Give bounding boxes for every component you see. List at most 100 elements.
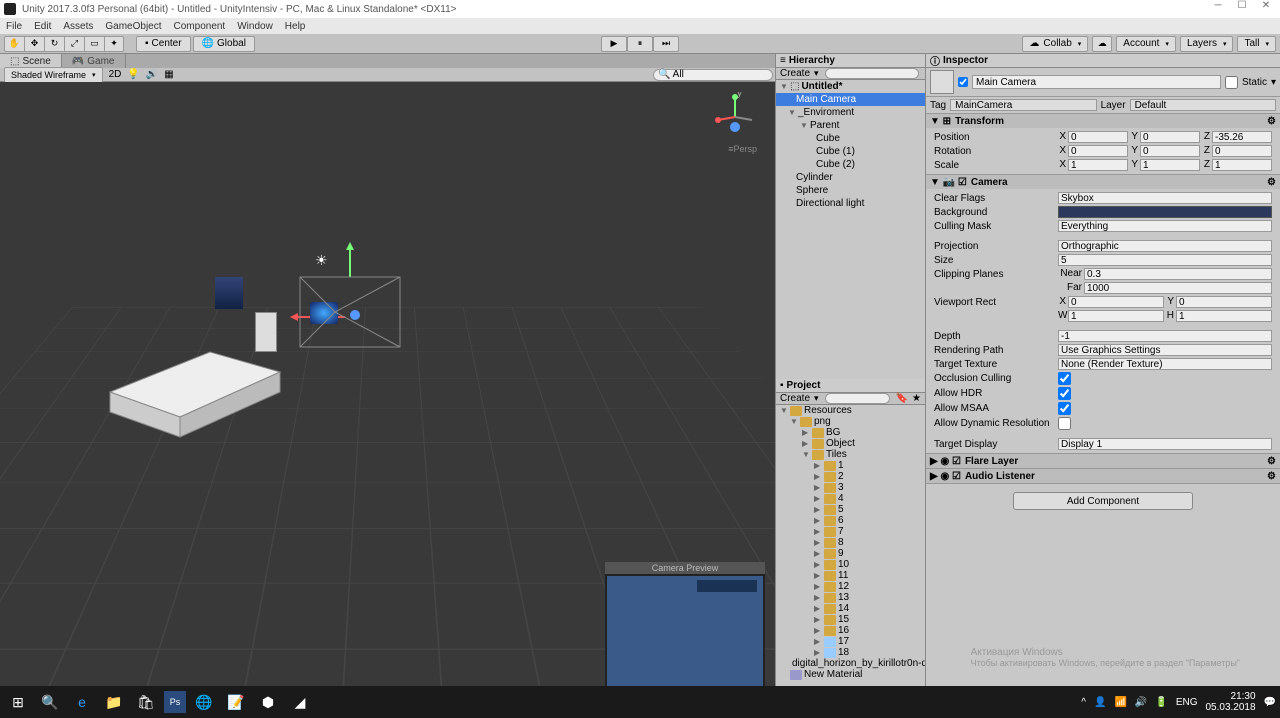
project-tile-folder[interactable]: ▶2 — [776, 471, 925, 482]
pos-x[interactable]: 0 — [1068, 131, 1128, 143]
tray-time[interactable]: 21:30 — [1205, 691, 1255, 702]
layers-dropdown[interactable]: Layers — [1180, 36, 1234, 52]
project-create[interactable]: Create — [780, 393, 810, 404]
system-tray[interactable]: ^ 👤 📶 🔊 🔋 ENG 21:30 05.03.2018 💬 — [1081, 691, 1276, 713]
project-filter[interactable]: 🔖 — [896, 393, 908, 404]
size-field[interactable]: 5 — [1058, 254, 1272, 266]
object-name-field[interactable]: Main Camera — [972, 75, 1221, 89]
tray-up-icon[interactable]: ^ — [1081, 697, 1086, 708]
minimize-button[interactable]: ─ — [1206, 0, 1230, 16]
msaa-checkbox[interactable] — [1058, 402, 1071, 415]
explorer-icon[interactable]: 📁 — [100, 688, 128, 716]
project-tile-folder[interactable]: ▶3 — [776, 482, 925, 493]
unity-hub-icon[interactable]: ⬢ — [254, 688, 282, 716]
inspector-panel-title[interactable]: ⓘ Inspector — [926, 54, 1280, 68]
culling-mask-dropdown[interactable]: Everything — [1058, 220, 1272, 232]
project-tile-folder[interactable]: ▶9 — [776, 548, 925, 559]
tray-battery-icon[interactable]: 🔋 — [1155, 697, 1167, 708]
hierarchy-create[interactable]: Create — [780, 68, 810, 79]
target-texture-field[interactable]: None (Render Texture) — [1058, 358, 1272, 370]
project-tile-folder[interactable]: ▶10 — [776, 559, 925, 570]
background-color[interactable] — [1058, 206, 1272, 218]
project-asset[interactable]: digital_horizon_by_kirillotr0n-d7vb — [776, 658, 925, 669]
occlusion-checkbox[interactable] — [1058, 372, 1071, 385]
hierarchy-item-main-camera[interactable]: Main Camera — [776, 93, 925, 106]
platform-object[interactable] — [90, 342, 290, 442]
windows-taskbar[interactable]: ⊞ 🔍 e 📁 🛍 Ps 🌐 📝 ⬢ ◢ ^ 👤 📶 🔊 🔋 ENG 21:30… — [0, 686, 1280, 718]
project-tile-folder[interactable]: ▶6 — [776, 515, 925, 526]
project-tile-folder[interactable]: ▶11 — [776, 570, 925, 581]
menu-gameobject[interactable]: GameObject — [105, 21, 161, 32]
light-toggle[interactable]: 💡 — [127, 69, 139, 80]
hand-tool[interactable]: ✋ — [4, 36, 24, 52]
unity-icon[interactable]: ◢ — [286, 688, 314, 716]
cloud-button[interactable]: ☁ — [1092, 36, 1112, 52]
tab-game[interactable]: 🎮 Game — [62, 54, 126, 68]
hierarchy-panel-title[interactable]: ≡ Hierarchy — [776, 54, 925, 68]
projection-dropdown[interactable]: Orthographic — [1058, 240, 1272, 252]
shading-mode[interactable]: Shaded Wireframe — [4, 67, 103, 83]
hierarchy-item[interactable]: ▼_Enviroment — [776, 106, 925, 119]
project-tile-folder[interactable]: ▶18 — [776, 647, 925, 658]
project-tile-folder[interactable]: ▶16 — [776, 625, 925, 636]
notepad-icon[interactable]: 📝 — [222, 688, 250, 716]
tray-people-icon[interactable]: 👤 — [1094, 697, 1106, 708]
fx-toggle[interactable]: ▦ — [164, 69, 173, 80]
vp-x[interactable]: 0 — [1068, 296, 1164, 308]
transform-tool[interactable]: ✦ — [104, 36, 124, 52]
tag-dropdown[interactable]: MainCamera — [950, 99, 1096, 111]
camera-header[interactable]: ▼ 📷 ☑ Camera⚙ — [926, 175, 1280, 189]
maximize-button[interactable]: ☐ — [1230, 0, 1254, 16]
project-panel-title[interactable]: ▪ Project — [776, 379, 925, 393]
target-display-dropdown[interactable]: Display 1 — [1058, 438, 1272, 450]
rot-x[interactable]: 0 — [1068, 145, 1128, 157]
edge-icon[interactable]: e — [68, 688, 96, 716]
rot-z[interactable]: 0 — [1212, 145, 1272, 157]
hierarchy-item[interactable]: Cube (2) — [776, 158, 925, 171]
project-tile-folder[interactable]: ▶14 — [776, 603, 925, 614]
hierarchy-item[interactable]: ▼Parent — [776, 119, 925, 132]
photoshop-icon[interactable]: Ps — [164, 691, 186, 713]
menu-component[interactable]: Component — [174, 21, 226, 32]
project-star[interactable]: ★ — [912, 393, 921, 404]
pos-y[interactable]: 0 — [1140, 131, 1200, 143]
step-button[interactable]: ⏭ — [653, 36, 679, 52]
tray-date[interactable]: 05.03.2018 — [1205, 702, 1255, 713]
menu-edit[interactable]: Edit — [34, 21, 51, 32]
project-tile-folder[interactable]: ▶4 — [776, 493, 925, 504]
dynres-checkbox[interactable] — [1058, 417, 1071, 430]
vp-h[interactable]: 1 — [1176, 310, 1272, 322]
tab-scene[interactable]: ⬚ Scene — [0, 54, 62, 68]
scale-x[interactable]: 1 — [1068, 159, 1128, 171]
project-tile-folder[interactable]: ▶5 — [776, 504, 925, 515]
start-button[interactable]: ⊞ — [4, 688, 32, 716]
gameobject-icon[interactable] — [930, 70, 954, 94]
vp-w[interactable]: 1 — [1068, 310, 1164, 322]
collab-dropdown[interactable]: ☁ Collab — [1022, 36, 1088, 52]
clear-flags-dropdown[interactable]: Skybox — [1058, 192, 1272, 204]
add-component-button[interactable]: Add Component — [1013, 492, 1193, 510]
scene-row[interactable]: ▼⬚ Untitled* — [776, 80, 925, 93]
pivot-global[interactable]: 🌐Global — [193, 36, 255, 52]
hdr-checkbox[interactable] — [1058, 387, 1071, 400]
account-dropdown[interactable]: Account — [1116, 36, 1176, 52]
tray-notification-icon[interactable]: 💬 — [1264, 697, 1276, 708]
hierarchy-item[interactable]: Directional light — [776, 197, 925, 210]
project-folder[interactable]: ▼png — [776, 416, 925, 427]
flare-layer-header[interactable]: ▶ ◉ ☑ Flare Layer⚙ — [926, 454, 1280, 468]
hierarchy-item[interactable]: Cylinder — [776, 171, 925, 184]
cube-object-1[interactable] — [215, 277, 243, 309]
depth-field[interactable]: -1 — [1058, 330, 1272, 342]
rot-y[interactable]: 0 — [1140, 145, 1200, 157]
pos-z[interactable]: -35.26 — [1212, 131, 1272, 143]
tray-lang[interactable]: ENG — [1176, 697, 1198, 708]
scene-search[interactable]: 🔍 All — [653, 69, 773, 81]
2d-toggle[interactable]: 2D — [109, 69, 122, 80]
vp-y[interactable]: 0 — [1176, 296, 1272, 308]
hierarchy-item[interactable]: Sphere — [776, 184, 925, 197]
play-button[interactable]: ▶ — [601, 36, 627, 52]
layer-dropdown[interactable]: Default — [1130, 99, 1276, 111]
persp-label[interactable]: ≡Persp — [728, 144, 757, 154]
project-tile-folder[interactable]: ▶15 — [776, 614, 925, 625]
active-checkbox[interactable] — [958, 77, 968, 87]
